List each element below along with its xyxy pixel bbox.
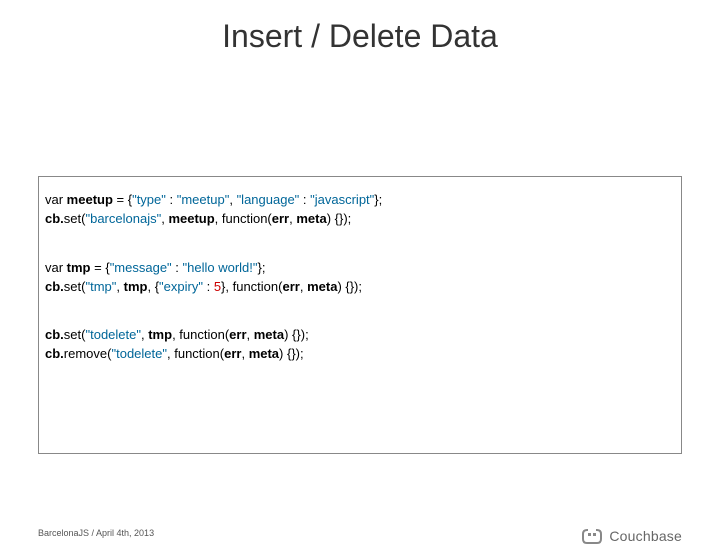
fn: set xyxy=(64,211,81,226)
ident: meetup xyxy=(168,211,214,226)
brand-logo: Couchbase xyxy=(581,528,682,544)
param: err xyxy=(282,279,299,294)
txt: , xyxy=(241,346,248,361)
ident: meetup xyxy=(67,192,113,207)
brand-name: Couchbase xyxy=(609,528,682,544)
ident: tmp xyxy=(148,327,172,342)
param: err xyxy=(224,346,241,361)
obj: cb. xyxy=(45,279,64,294)
code-line: cb.set("barcelonajs", meetup, function(e… xyxy=(45,210,673,229)
txt: : xyxy=(172,260,183,275)
str: "todelete" xyxy=(85,327,141,342)
txt: , function( xyxy=(215,211,272,226)
obj: cb. xyxy=(45,327,64,342)
ident: tmp xyxy=(67,260,91,275)
code-line: cb.remove("todelete", function(err, meta… xyxy=(45,345,673,364)
str: "tmp" xyxy=(85,279,116,294)
str: "message" xyxy=(110,260,172,275)
couchbase-icon xyxy=(581,528,603,544)
txt: , xyxy=(116,279,123,294)
param: err xyxy=(272,211,289,226)
str: "hello world!" xyxy=(183,260,258,275)
str: "type" xyxy=(132,192,166,207)
num: 5 xyxy=(214,279,221,294)
txt: , function( xyxy=(172,327,229,342)
fn: set xyxy=(64,327,81,342)
ident: tmp xyxy=(124,279,148,294)
txt: : xyxy=(166,192,177,207)
code-block-2: var tmp = {"message" : "hello world!"}; … xyxy=(45,259,673,297)
footer-text: BarcelonaJS / April 4th, 2013 xyxy=(38,528,154,538)
param: meta xyxy=(307,279,337,294)
code-line: var tmp = {"message" : "hello world!"}; xyxy=(45,259,673,278)
txt: : xyxy=(203,279,214,294)
kw: var xyxy=(45,192,67,207)
txt: ) {}); xyxy=(279,346,304,361)
slide-title: Insert / Delete Data xyxy=(0,18,720,55)
txt: }; xyxy=(374,192,382,207)
txt: , function( xyxy=(167,346,224,361)
param: meta xyxy=(254,327,284,342)
str: "expiry" xyxy=(159,279,203,294)
str: "meetup" xyxy=(177,192,230,207)
kw: var xyxy=(45,260,67,275)
param: meta xyxy=(249,346,279,361)
txt: }; xyxy=(258,260,266,275)
str: "javascript" xyxy=(310,192,374,207)
param: meta xyxy=(296,211,326,226)
fn: set xyxy=(64,279,81,294)
code-line: cb.set("tmp", tmp, {"expiry" : 5}, funct… xyxy=(45,278,673,297)
txt: , xyxy=(247,327,254,342)
code-block-3: cb.set("todelete", tmp, function(err, me… xyxy=(45,326,673,364)
str: "barcelonajs" xyxy=(85,211,161,226)
txt: , { xyxy=(147,279,159,294)
code-line: var meetup = {"type" : "meetup", "langua… xyxy=(45,191,673,210)
txt: , xyxy=(229,192,236,207)
txt: }, function( xyxy=(221,279,282,294)
txt: = { xyxy=(91,260,110,275)
str: "todelete" xyxy=(112,346,168,361)
fn: remove xyxy=(64,346,107,361)
txt: : xyxy=(299,192,310,207)
txt: ) {}); xyxy=(327,211,352,226)
str: "language" xyxy=(237,192,300,207)
txt: ) {}); xyxy=(284,327,309,342)
code-block-1: var meetup = {"type" : "meetup", "langua… xyxy=(45,191,673,229)
obj: cb. xyxy=(45,346,64,361)
txt: ) {}); xyxy=(337,279,362,294)
obj: cb. xyxy=(45,211,64,226)
txt: , xyxy=(300,279,307,294)
code-box: var meetup = {"type" : "meetup", "langua… xyxy=(38,176,682,454)
code-line: cb.set("todelete", tmp, function(err, me… xyxy=(45,326,673,345)
txt: = { xyxy=(113,192,132,207)
param: err xyxy=(229,327,246,342)
